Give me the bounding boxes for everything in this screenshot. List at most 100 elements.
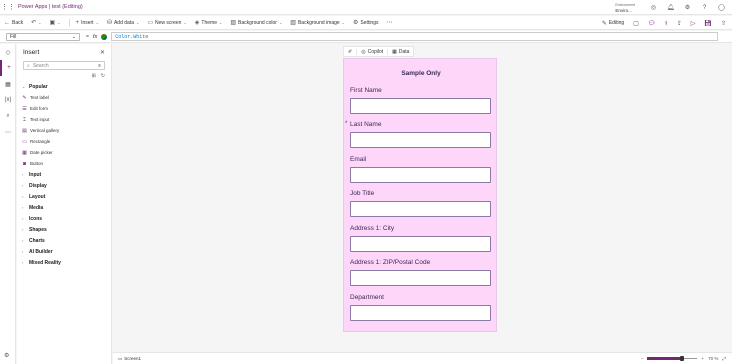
insert-category[interactable]: › Display xyxy=(17,180,111,191)
insert-item[interactable]: ▭ Rectangle xyxy=(17,136,111,147)
insert-rail-icon[interactable]: + xyxy=(0,60,16,76)
save-icon[interactable]: 💾︎ xyxy=(704,20,712,27)
insert-category[interactable]: › Charts xyxy=(17,235,111,246)
insert-item[interactable]: ☰ Edit form xyxy=(17,103,111,114)
insert-item[interactable]: ⌶ Text input xyxy=(17,114,111,125)
insert-category[interactable]: › Shapes xyxy=(17,224,111,235)
magic-wand-icon: ✐ xyxy=(348,48,353,55)
theme-button[interactable]: ◈ Theme ⌄ xyxy=(195,19,223,27)
preview-play-icon[interactable]: ▷ xyxy=(691,20,696,27)
plus-icon: + xyxy=(75,19,80,26)
insert-item[interactable]: ◙ Button xyxy=(17,158,111,169)
new-screen-button[interactable]: ▭ New screen ⌄ xyxy=(147,19,187,27)
settings-gear-icon[interactable]: ⚙ xyxy=(4,352,9,359)
form-field: Address 1: ZIP/Postal Code xyxy=(350,259,491,286)
chevron-right-icon: › xyxy=(22,227,24,232)
undo-button[interactable]: ↶ ⌄ xyxy=(31,19,41,26)
data-rail-icon[interactable]: ▦ xyxy=(0,76,16,92)
insert-category-label: Charts xyxy=(29,237,45,244)
form-field: Job Title xyxy=(350,190,491,217)
insert-category[interactable]: › Input xyxy=(17,169,111,180)
variables-rail-icon[interactable]: (x) xyxy=(0,92,16,108)
zoom-level: 70 % xyxy=(708,356,719,361)
settings-button[interactable]: ⚙ Settings xyxy=(353,19,378,27)
insert-item[interactable]: ✎ Text label xyxy=(17,92,111,103)
insert-category[interactable]: › AI Builder xyxy=(17,246,111,257)
background-image-button[interactable]: ▧ Background image ⌄ xyxy=(290,19,346,27)
insert-category[interactable]: › Layout xyxy=(17,191,111,202)
publish-icon[interactable]: ⇧ xyxy=(721,20,726,27)
app-checker-icon[interactable]: ⚕ xyxy=(664,20,667,27)
field-label: Job Title xyxy=(350,190,491,197)
color-picker-icon[interactable] xyxy=(101,33,108,40)
search-input[interactable]: ⌕ Search ≡ xyxy=(23,61,105,70)
zoom-in-button[interactable]: + xyxy=(701,356,704,361)
copilot-button[interactable]: ◎ Copilot xyxy=(356,48,387,55)
fit-to-window-icon[interactable]: ⤢ xyxy=(722,356,726,361)
insert-item-label: Date picker xyxy=(30,150,53,155)
text-input-field[interactable] xyxy=(350,270,491,286)
filter-icon[interactable]: ≡ xyxy=(98,63,101,69)
refresh-icon[interactable]: ↻ xyxy=(101,73,105,79)
more-rail-icon[interactable]: ⋯ xyxy=(0,124,16,140)
search-rail-icon[interactable]: ⌕ xyxy=(0,108,16,124)
insert-category[interactable]: › Media xyxy=(17,202,111,213)
insert-item-label: Button xyxy=(30,161,44,166)
field-label-text: Department xyxy=(350,294,384,301)
search-placeholder: Search xyxy=(32,62,49,69)
insert-item[interactable]: ▦ Date picker xyxy=(17,147,111,158)
insert-category[interactable]: › Mixed Reality xyxy=(17,257,111,268)
editing-mode-button[interactable]: ✎ Editing xyxy=(602,20,624,27)
insert-button[interactable]: + Insert ⌄ xyxy=(76,20,99,26)
zoom-out-button[interactable]: − xyxy=(641,356,644,361)
app-screen[interactable]: Sample Only First Name * Last Name Email Job… xyxy=(343,58,497,332)
close-icon[interactable]: ✕ xyxy=(100,49,105,56)
share-comments-icon[interactable]: ▢ xyxy=(633,20,639,27)
text-input-field[interactable] xyxy=(350,201,491,217)
formula-input[interactable]: Color.White xyxy=(111,32,718,41)
notifications-icon[interactable]: 🔔︎ xyxy=(666,4,675,11)
insert-item-label: Edit form xyxy=(30,106,49,111)
insert-pane-title: Insert xyxy=(23,49,40,56)
data-button[interactable]: ▦ Data xyxy=(387,48,413,55)
copilot-icon[interactable]: ◎ xyxy=(649,4,658,11)
field-label-text: Address 1: City xyxy=(350,225,395,232)
chevron-right-icon: › xyxy=(22,238,24,243)
tree-view-icon[interactable]: ◇ xyxy=(0,44,16,60)
environment-picker[interactable]: Environment Envirο... xyxy=(615,3,635,13)
text-input-field[interactable] xyxy=(350,132,491,148)
back-button[interactable]: ← Back xyxy=(4,20,23,26)
insert-item[interactable]: ▤ Vertical gallery xyxy=(17,125,111,136)
magic-wand-button[interactable]: ✐ xyxy=(344,49,356,55)
more-commands-button[interactable]: ⋯ xyxy=(387,19,393,26)
chevron-down-icon: ⌄ xyxy=(183,20,187,25)
share-icon[interactable]: ⇪ xyxy=(677,20,682,27)
command-bar: ← Back ↶ ⌄ ▣ ⌄ + Insert ⌄ ⛁ Add data ⌄ ▭ New scr… xyxy=(0,16,732,30)
app-launcher-icon[interactable]: ⋮⋮ xyxy=(0,3,16,11)
chevron-down-icon: ⌄ xyxy=(341,20,346,25)
background-color-button[interactable]: ▨ Background color ⌄ xyxy=(230,19,282,27)
text-input-field[interactable] xyxy=(350,236,491,252)
chevron-right-icon: › xyxy=(22,205,24,210)
category-popular[interactable]: ⌄ Popular xyxy=(17,81,111,92)
chevron-down-icon: ⌄ xyxy=(95,20,99,25)
text-input-field[interactable] xyxy=(350,98,491,114)
insert-category[interactable]: › Icons xyxy=(17,213,111,224)
table-icon: ▦ xyxy=(392,48,397,55)
zoom-slider[interactable] xyxy=(647,356,698,361)
settings-icon[interactable]: ⚙ xyxy=(683,4,692,11)
help-icon[interactable]: ? xyxy=(700,5,709,11)
property-dropdown[interactable]: Fill ⌄ xyxy=(6,32,80,41)
edit-form-icon: ☰ xyxy=(22,105,27,112)
paste-button[interactable]: ▣ ⌄ xyxy=(50,19,61,26)
comments-icon[interactable]: 💬︎ xyxy=(648,20,656,27)
text-input-field[interactable] xyxy=(350,305,491,321)
text-input-field[interactable] xyxy=(350,167,491,183)
add-data-button[interactable]: ⛁ Add data ⌄ xyxy=(107,19,139,27)
get-more-components-icon[interactable]: ⊞ xyxy=(92,73,96,79)
more-icon: ⋯ xyxy=(386,20,393,26)
screen-selector[interactable]: ▭ Screen1 xyxy=(118,356,141,362)
zoom-slider-handle[interactable] xyxy=(680,356,685,361)
chevron-right-icon: › xyxy=(22,172,24,177)
account-icon[interactable]: ◯ xyxy=(717,4,726,11)
